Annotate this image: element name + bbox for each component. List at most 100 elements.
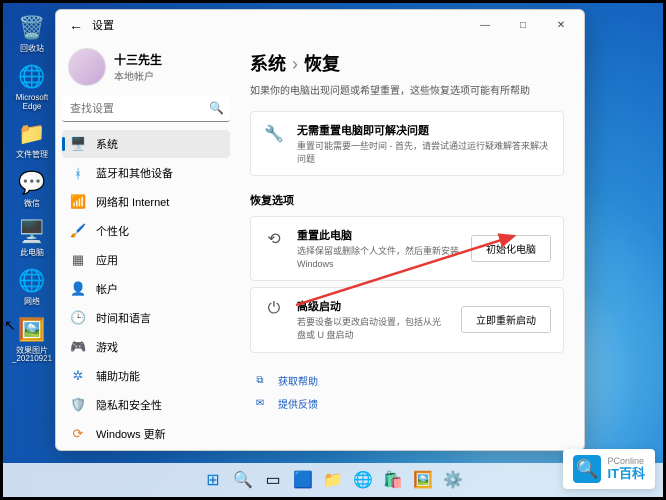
sidebar-item-7[interactable]: 🎮 游戏: [62, 333, 230, 361]
watermark-icon: 🔍: [573, 455, 601, 483]
content-pane: 系统›恢复 如果你的电脑出现问题或希望重置，这些恢复选项可能有所帮助 🔧 无需重…: [236, 40, 584, 450]
sidebar-item-2[interactable]: 📶 网络和 Internet: [62, 188, 230, 216]
nav-icon: 🖥️: [70, 136, 86, 152]
desktop-icon[interactable]: 🖼️ 效果图片_20210921: [11, 315, 53, 365]
task-view-icon[interactable]: ▭: [261, 468, 285, 492]
card-action-button[interactable]: 立即重新启动: [461, 306, 551, 333]
icon-label: Microsoft Edge: [11, 94, 53, 112]
user-block[interactable]: 十三先生 本地帐户: [62, 44, 230, 90]
desktop-icon[interactable]: 🌐 网络: [11, 266, 53, 307]
tip-title: 无需重置电脑即可解决问题: [297, 122, 551, 138]
sidebar-item-10[interactable]: ⟳ Windows 更新: [62, 420, 230, 448]
nav-label: 个性化: [96, 223, 129, 239]
nav-label: Windows 更新: [96, 426, 166, 442]
nav-icon: ⟳: [70, 426, 86, 442]
link-label: 获取帮助: [278, 373, 318, 388]
app-icon: 🖥️: [17, 217, 47, 247]
desktop-icon[interactable]: 🖥️ 此电脑: [11, 217, 53, 258]
nav-label: 网络和 Internet: [96, 194, 169, 210]
settings-taskbar-icon[interactable]: ⚙️: [441, 468, 465, 492]
search-icon[interactable]: 🔍: [209, 101, 224, 115]
desktop-icon[interactable]: 🌐Microsoft Edge: [11, 62, 53, 112]
card-icon: ⏻: [263, 298, 285, 318]
nav-icon: 👤: [70, 281, 86, 297]
sidebar-item-0[interactable]: 🖥️ 系统: [62, 130, 230, 158]
watermark: 🔍 PConline IT百科: [563, 449, 655, 489]
nav-icon: 🛡️: [70, 397, 86, 413]
sidebar-item-5[interactable]: 👤 帐户: [62, 275, 230, 303]
start-button[interactable]: ⊞: [201, 468, 225, 492]
card-title: 高级启动: [297, 298, 449, 314]
card-desc: 选择保留或删除个人文件，然后重新安装 Windows: [297, 245, 459, 270]
wrench-icon: 🔧: [263, 122, 285, 144]
avatar: [68, 48, 106, 86]
app-icon: 🖼️: [17, 315, 47, 345]
app-icon: 💬: [17, 168, 47, 198]
widgets-icon[interactable]: 🟦: [291, 468, 315, 492]
app-icon: 📁: [17, 119, 47, 149]
titlebar: ← 设置 — □ ✕: [56, 10, 584, 40]
desktop-icons: 🗑️回收站 🌐Microsoft Edge 📁 文件管理 💬 微信 🖥️ 此电脑 🌐 网络 🖼️ 效果…: [11, 13, 53, 364]
card-title: 重置此电脑: [297, 227, 459, 243]
card-action-button[interactable]: 初始化电脑: [471, 235, 551, 262]
nav-icon: 🎮: [70, 339, 86, 355]
section-heading: 恢复选项: [250, 192, 564, 208]
tip-desc: 重置可能需要一些时间 - 首先，请尝试通过运行疑难解答来解决问题: [297, 140, 551, 165]
sidebar-item-9[interactable]: 🛡️ 隐私和安全性: [62, 391, 230, 419]
nav-icon: 🕒: [70, 310, 86, 326]
search-input[interactable]: [62, 96, 230, 122]
help-link-1[interactable]: ✉ 提供反馈: [250, 392, 564, 415]
breadcrumb: 系统›恢复: [250, 50, 564, 76]
nav-label: 时间和语言: [96, 310, 151, 326]
nav-icon: 📶: [70, 194, 86, 210]
explorer-icon[interactable]: 📁: [321, 468, 345, 492]
icon-label: 效果图片_20210921: [11, 347, 53, 365]
link-label: 提供反馈: [278, 396, 318, 411]
sidebar-item-4[interactable]: ▦ 应用: [62, 246, 230, 274]
close-button[interactable]: ✕: [542, 10, 580, 40]
nav-icon: ✲: [70, 368, 86, 384]
nav-label: 应用: [96, 252, 118, 268]
icon-label: 网络: [24, 298, 40, 307]
card-desc: 若要设备以更改启动设置，包括从光盘或 U 盘启动: [297, 316, 449, 341]
window-title: 设置: [92, 17, 466, 33]
minimize-button[interactable]: —: [466, 10, 504, 40]
link-icon: ✉: [252, 398, 268, 409]
icon-label: 此电脑: [20, 249, 44, 258]
app-icon: 🌐: [17, 266, 47, 296]
nav-label: 系统: [96, 136, 118, 152]
icon-label: 回收站: [20, 45, 44, 54]
sidebar-item-8[interactable]: ✲ 辅助功能: [62, 362, 230, 390]
sidebar-item-6[interactable]: 🕒 时间和语言: [62, 304, 230, 332]
nav-label: 辅助功能: [96, 368, 140, 384]
link-icon: ⧉: [252, 375, 268, 386]
desktop-icon[interactable]: 💬 微信: [11, 168, 53, 209]
desktop-icon[interactable]: 🗑️回收站: [11, 13, 53, 54]
search-taskbar-icon[interactable]: 🔍: [231, 468, 255, 492]
nav-icon: ▦: [70, 252, 86, 268]
store-icon[interactable]: 🛍️: [381, 468, 405, 492]
page-subtitle: 如果你的电脑出现问题或希望重置，这些恢复选项可能有所帮助: [250, 82, 564, 97]
recovery-card-0: ⟲ 重置此电脑 选择保留或删除个人文件，然后重新安装 Windows 初始化电脑: [250, 216, 564, 281]
edge-icon[interactable]: 🌐: [351, 468, 375, 492]
nav-icon: ᚼ: [70, 166, 86, 181]
icon-label: 文件管理: [16, 151, 48, 160]
sidebar-item-1[interactable]: ᚼ 蓝牙和其他设备: [62, 159, 230, 187]
nav-label: 隐私和安全性: [96, 397, 162, 413]
breadcrumb-root[interactable]: 系统: [250, 54, 286, 74]
desktop-icon[interactable]: 📁 文件管理: [11, 119, 53, 160]
help-link-0[interactable]: ⧉ 获取帮助: [250, 369, 564, 392]
maximize-button[interactable]: □: [504, 10, 542, 40]
tip-card[interactable]: 🔧 无需重置电脑即可解决问题 重置可能需要一些时间 - 首先，请尝试通过运行疑难…: [250, 111, 564, 176]
icon-label: 微信: [24, 200, 40, 209]
recovery-card-1: ⏻ 高级启动 若要设备以更改启动设置，包括从光盘或 U 盘启动 立即重新启动: [250, 287, 564, 352]
nav-label: 蓝牙和其他设备: [96, 165, 173, 181]
photos-icon[interactable]: 🖼️: [411, 468, 435, 492]
nav-label: 帐户: [96, 281, 118, 297]
nav-icon: 🖌️: [70, 223, 86, 239]
sidebar-item-3[interactable]: 🖌️ 个性化: [62, 217, 230, 245]
user-name: 十三先生: [114, 51, 162, 68]
nav-label: 游戏: [96, 339, 118, 355]
nav-list: 🖥️ 系统 ᚼ 蓝牙和其他设备 📶 网络和 Internet 🖌️ 个性化 ▦ 应用 👤 帐户 🕒 时间和…: [62, 130, 230, 448]
back-button[interactable]: ←: [60, 17, 92, 33]
